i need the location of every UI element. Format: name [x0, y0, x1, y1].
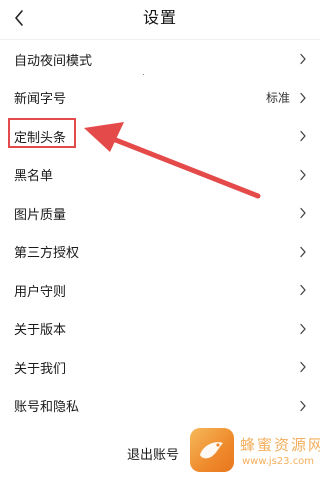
- font-size-value: 标准: [265, 91, 290, 106]
- settings-row-user-rules[interactable]: 用户守则: [0, 271, 320, 310]
- settings-row-label: 黑名单: [14, 169, 54, 185]
- settings-row-third-party-auth[interactable]: 第三方授权: [0, 233, 320, 272]
- settings-list: 自动夜间模式 新闻字号 标准 定制头条 黑名单 图片质量 第三方授权 用户守则 …: [0, 40, 320, 425]
- logout-row: 退出账号: [0, 444, 320, 464]
- settings-row-auto-night-mode[interactable]: 自动夜间模式: [0, 40, 320, 79]
- settings-row-label: 关于我们: [14, 361, 67, 377]
- settings-row-label: 账号和隐私: [14, 400, 80, 416]
- settings-row-account-privacy[interactable]: 账号和隐私: [0, 387, 320, 426]
- settings-row-label: 新闻字号: [14, 92, 67, 108]
- settings-page: 设置 自动夜间模式 新闻字号 标准 定制头条 黑名单 图片质量 第三方授权 用户…: [0, 0, 320, 482]
- nav-bar: 设置: [0, 0, 320, 38]
- chevron-right-icon: [298, 129, 308, 143]
- settings-row-blacklist[interactable]: 黑名单: [0, 156, 320, 195]
- chevron-right-icon: [298, 360, 308, 374]
- settings-row-font-size[interactable]: 新闻字号 标准: [0, 79, 320, 118]
- settings-row-label: 用户守则: [14, 284, 67, 300]
- chevron-right-icon: [298, 322, 308, 336]
- settings-row-about-us[interactable]: 关于我们: [0, 348, 320, 387]
- settings-row-about-version[interactable]: 关于版本: [0, 310, 320, 349]
- chevron-right-icon: [298, 206, 308, 220]
- logout-button[interactable]: 退出账号: [127, 444, 179, 463]
- settings-row-label: 定制头条: [14, 130, 67, 146]
- chevron-right-icon: [298, 283, 308, 297]
- chevron-right-icon: [298, 399, 308, 413]
- settings-row-label: 第三方授权: [14, 246, 80, 262]
- settings-row-label: 关于版本: [14, 323, 67, 339]
- chevron-right-icon: [298, 52, 308, 66]
- settings-row-image-quality[interactable]: 图片质量: [0, 194, 320, 233]
- chevron-right-icon: [298, 245, 308, 259]
- settings-row-label: 图片质量: [14, 207, 67, 223]
- chevron-right-icon: [298, 168, 308, 182]
- settings-row-custom-headlines[interactable]: 定制头条: [0, 117, 320, 156]
- page-title: 设置: [142, 8, 177, 27]
- chevron-right-icon: [298, 91, 308, 105]
- settings-row-label: 自动夜间模式: [14, 53, 93, 69]
